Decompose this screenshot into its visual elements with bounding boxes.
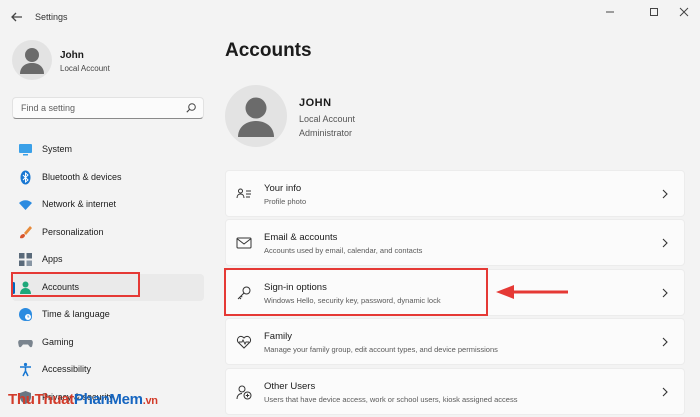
monitor-icon (19, 144, 32, 156)
minimize-icon[interactable] (598, 4, 622, 20)
sidebar-item-label: Gaming (42, 336, 74, 347)
close-icon[interactable] (672, 4, 696, 20)
contact-card-icon (236, 188, 251, 199)
heart-icon (236, 336, 252, 349)
profile-avatar (225, 85, 287, 147)
profile-account-type: Local Account (299, 114, 356, 124)
bluetooth-icon (20, 170, 31, 184)
sidebar-item-label: Bluetooth & devices (42, 171, 122, 182)
card-subtitle: Manage your family group, edit account t… (264, 345, 498, 355)
card-family[interactable]: Family Manage your family group, edit ac… (225, 318, 685, 366)
clock-globe-icon (19, 308, 32, 321)
card-subtitle: Users that have device access, work or s… (264, 394, 518, 404)
person-avatar-icon (238, 97, 274, 137)
maximize-icon[interactable] (642, 4, 666, 20)
watermark-part: Phan (73, 391, 110, 408)
card-subtitle: Accounts used by email, calendar, and co… (264, 246, 423, 256)
chevron-right-icon (662, 288, 668, 298)
watermark-logo: ThuThuatPhanMem.vn (8, 391, 158, 408)
watermark-part: .vn (142, 395, 158, 407)
back-arrow-icon[interactable] (8, 8, 26, 26)
card-title: Email & accounts (264, 232, 338, 244)
chevron-right-icon (662, 337, 668, 347)
sidebar-item-accessibility[interactable]: Accessibility (12, 356, 204, 384)
watermark-part: Mem (109, 391, 143, 408)
card-subtitle: Profile photo (264, 197, 307, 206)
sidebar-item-label: Personalization (42, 226, 104, 237)
highlight-box-sign-in-options (224, 268, 488, 316)
chevron-right-icon (662, 387, 668, 396)
sidebar-item-apps[interactable]: Apps (12, 246, 204, 274)
sidebar-item-gaming[interactable]: Gaming (12, 329, 204, 357)
sidebar-item-label: Accessibility (42, 364, 92, 374)
app-title: Settings (35, 12, 68, 22)
chevron-right-icon (662, 239, 668, 248)
search-input[interactable]: Find a setting (12, 97, 204, 119)
watermark-part: Thu (8, 391, 35, 408)
sidebar-item-system[interactable]: System (12, 136, 204, 164)
accessibility-icon (20, 362, 31, 377)
sidebar-item-label: Network & internet (42, 199, 117, 209)
add-person-icon (236, 385, 252, 400)
card-email-accounts[interactable]: Email & accounts Accounts used by email,… (225, 219, 685, 267)
sidebar-item-label: System (42, 144, 73, 154)
card-title: Other Users (264, 380, 316, 392)
sidebar-item-time-language[interactable]: Time & language (12, 301, 204, 329)
search-icon[interactable] (185, 102, 197, 114)
watermark-part: Thuat (34, 391, 75, 408)
user-name: John (60, 50, 84, 61)
brush-icon (20, 225, 32, 238)
apps-icon (19, 253, 32, 266)
profile-role: Administrator (299, 128, 353, 138)
red-arrow-annotation (496, 285, 568, 299)
person-avatar-icon (20, 48, 44, 74)
chevron-right-icon (662, 189, 668, 199)
highlight-box-accounts (11, 272, 140, 297)
card-your-info[interactable]: Your info Profile photo (225, 170, 685, 217)
card-title: Family (264, 331, 292, 343)
sidebar-item-network[interactable]: Network & internet (12, 191, 204, 219)
user-card[interactable]: John Local Account (12, 40, 202, 84)
sidebar-item-personalization[interactable]: Personalization (12, 219, 204, 247)
title-bar: Settings (0, 0, 700, 32)
sidebar-item-label: Time & language (42, 309, 110, 319)
mail-icon (236, 237, 252, 249)
sidebar-item-bluetooth[interactable]: Bluetooth & devices (12, 164, 204, 192)
user-account-type: Local Account (60, 64, 110, 73)
gamepad-icon (18, 339, 33, 347)
sidebar-item-label: Apps (42, 254, 63, 264)
page-title: Accounts (225, 40, 312, 61)
wifi-icon (19, 200, 32, 210)
card-title: Your info (264, 183, 302, 194)
search-placeholder: Find a setting (21, 103, 76, 113)
card-other-users[interactable]: Other Users Users that have device acces… (225, 367, 685, 415)
profile-name: JOHN (299, 97, 332, 109)
avatar (12, 40, 52, 80)
